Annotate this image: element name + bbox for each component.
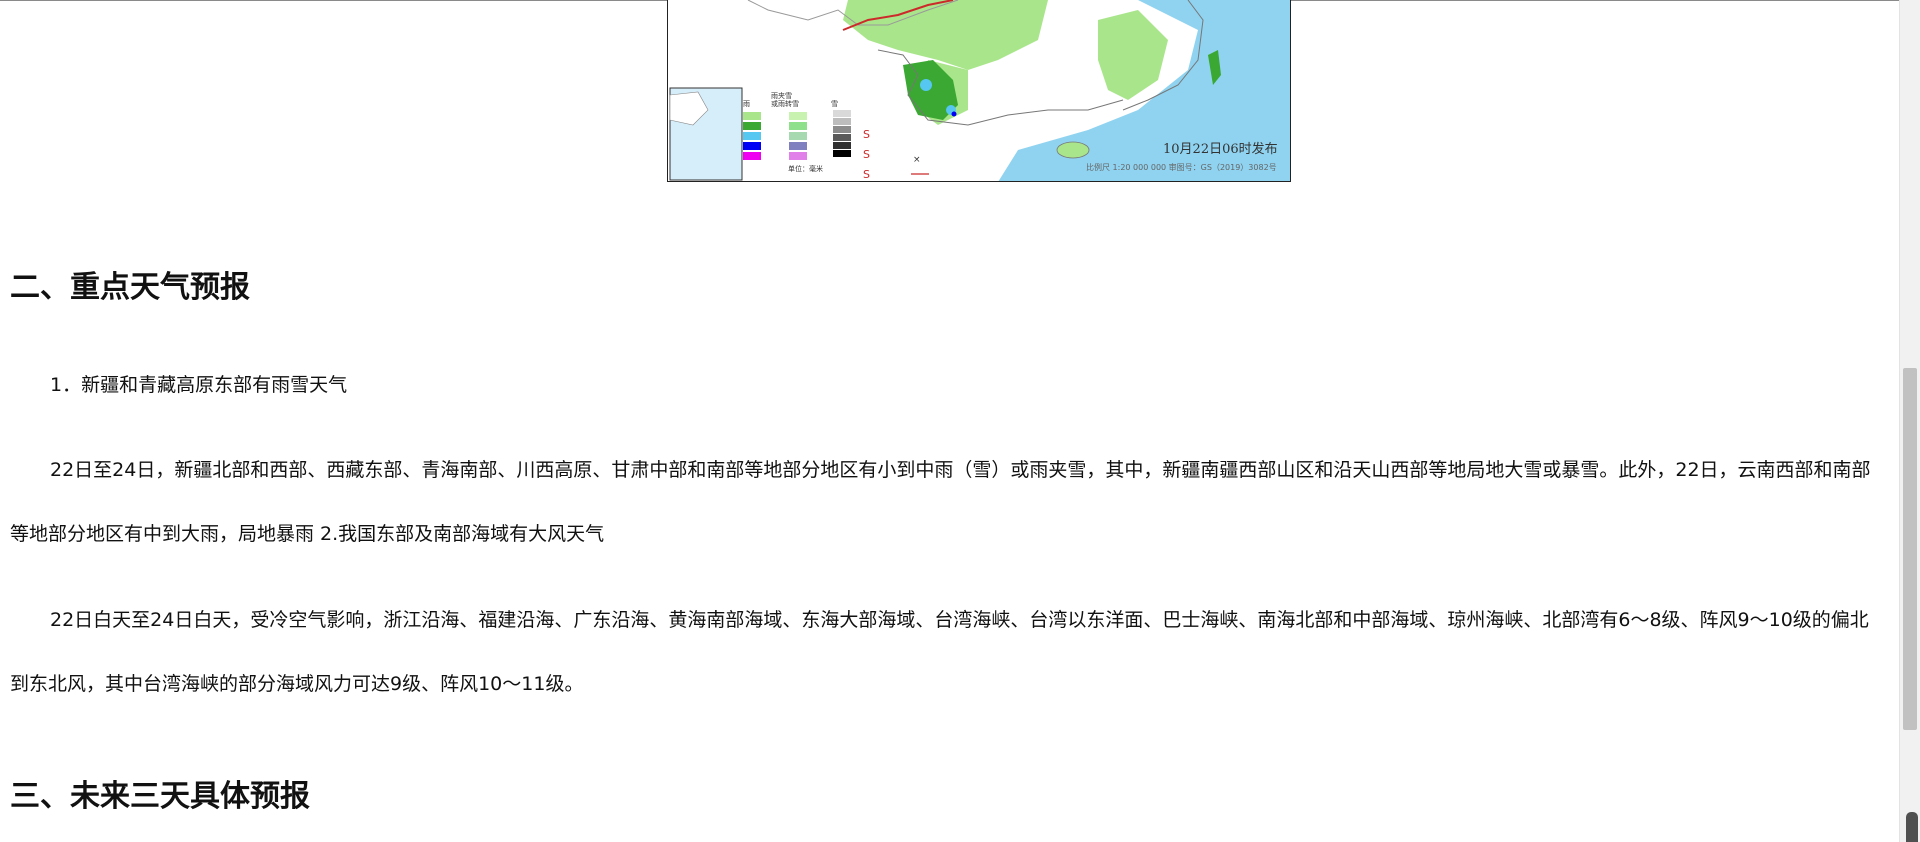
scroll-corner-handle[interactable] <box>1906 812 1918 842</box>
svg-text:雨: 雨 <box>743 100 750 108</box>
legend-unit: 单位：毫米 <box>788 165 823 173</box>
svg-text:雪: 雪 <box>831 100 838 108</box>
page: 雨夹雪 或雨转雪 雨 雪 S S S × 10月22日06时发布 比例尺 1:2… <box>0 0 1920 842</box>
svg-text:S: S <box>863 168 870 181</box>
forecast-paragraph-1: 22日至24日，新疆北部和西部、西藏东部、青海南部、川西高原、甘肃中部和南部等地… <box>10 459 1871 545</box>
svg-text:S: S <box>863 128 870 141</box>
map-publish-date: 10月22日06时发布 <box>1163 142 1278 157</box>
map-scale-text: 比例尺 1:20 000 000 审图号：GS（2019）3082号 <box>1086 163 1277 172</box>
section-heading-three-day-forecast: 三、未来三天具体预报 <box>10 779 310 814</box>
svg-text:或雨转雪: 或雨转雪 <box>771 99 799 108</box>
svg-text:×: × <box>913 155 921 165</box>
scrollbar-thumb[interactable] <box>1903 368 1917 730</box>
precipitation-forecast-map[interactable]: 雨夹雪 或雨转雪 雨 雪 S S S × 10月22日06时发布 比例尺 1:2… <box>667 0 1291 182</box>
forecast-paragraph-2: 22日白天至24日白天，受冷空气影响，浙江沿海、福建沿海、广东沿海、黄海南部海域… <box>10 609 1869 695</box>
vertical-scrollbar[interactable] <box>1899 0 1920 842</box>
svg-text:S: S <box>863 148 870 161</box>
forecast-item-1-title: 1．新疆和青藏高原东部有雨雪天气 <box>50 374 348 396</box>
svg-text:雨夹雪: 雨夹雪 <box>771 91 792 100</box>
section-heading-key-forecast: 二、重点天气预报 <box>10 270 250 305</box>
